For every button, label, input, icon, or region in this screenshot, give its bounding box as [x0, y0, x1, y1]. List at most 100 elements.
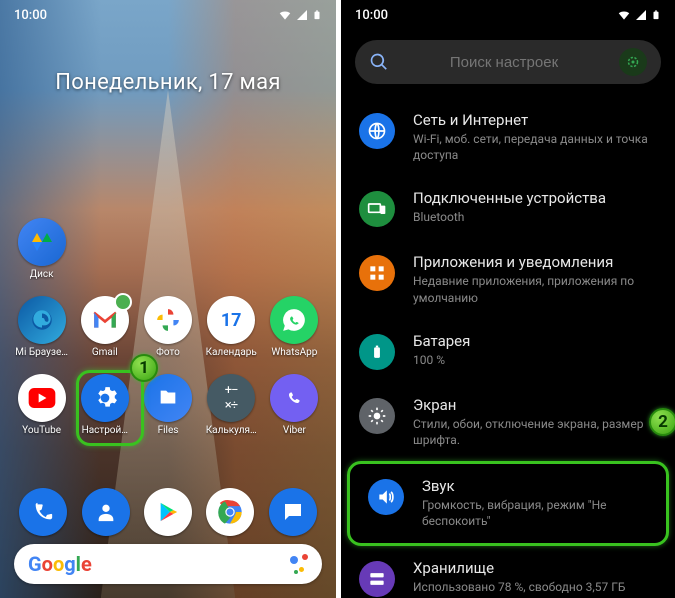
setting-display-title: Экран [413, 396, 657, 414]
status-time: 10:00 [14, 8, 47, 23]
setting-storage-title: Хранилище [413, 559, 657, 577]
storage-icon [359, 561, 395, 597]
setting-display-sub: Стили, обои, отключение экрана, размер ш… [413, 416, 657, 448]
setting-apps[interactable]: Приложения и уведомления Недавние приложе… [341, 240, 675, 318]
calculator-icon: +−×÷ [207, 374, 255, 422]
wifi-icon [617, 8, 631, 22]
app-photos[interactable]: Фото [138, 296, 197, 358]
signal-icon [296, 9, 308, 21]
app-viber[interactable]: Viber [265, 374, 324, 436]
app-gmail[interactable]: Gmail [75, 296, 134, 358]
phone-icon [19, 488, 67, 536]
phone-settings-screen: 10:00 Сеть и Интернет Wi-Fi, моб. сети, п… [341, 0, 675, 598]
app-files-label: Files [158, 425, 179, 436]
viber-icon [270, 374, 318, 422]
youtube-icon [18, 374, 66, 422]
setting-sound-sub: Громкость, вибрация, режим "Не беспокоит… [422, 497, 648, 529]
app-mi-browser-label: Mi Браузе… [15, 347, 68, 358]
whatsapp-icon [270, 296, 318, 344]
dock-contacts[interactable] [74, 488, 136, 536]
gmail-icon [81, 296, 129, 344]
sound-icon [368, 479, 404, 515]
app-grid-row1: Диск [12, 218, 324, 280]
status-time: 10:00 [355, 8, 388, 23]
profile-avatar[interactable] [619, 48, 647, 76]
setting-storage[interactable]: Хранилище Использовано 78 %, свободно 3,5… [341, 546, 675, 598]
app-whatsapp[interactable]: WhatsApp [265, 296, 324, 358]
browser-icon [18, 296, 66, 344]
app-calendar[interactable]: 17 Календарь [202, 296, 261, 358]
battery-icon [312, 8, 322, 22]
dock-phone[interactable] [12, 488, 74, 536]
dock-messages[interactable] [262, 488, 324, 536]
setting-display[interactable]: Экран Стили, обои, отключение экрана, раз… [341, 383, 675, 461]
marker-1: 1 [130, 354, 158, 382]
search-icon [369, 52, 389, 72]
settings-search[interactable] [355, 40, 661, 84]
setting-connected-title: Подключенные устройства [413, 189, 657, 207]
assistant-icon[interactable] [288, 554, 308, 574]
app-youtube[interactable]: YouTube [12, 374, 71, 436]
highlight-settings-app [76, 370, 144, 446]
date-widget[interactable]: Понедельник, 17 мая [55, 70, 281, 95]
calendar-icon: 17 [207, 296, 255, 344]
setting-apps-sub: Недавние приложения, приложения по умолч… [413, 273, 657, 305]
dock-chrome[interactable] [199, 488, 261, 536]
status-bar: 10:00 [0, 0, 336, 30]
drive-icon [18, 218, 66, 266]
google-search-bar[interactable]: Google [14, 544, 322, 584]
app-drive[interactable]: Диск [12, 218, 71, 280]
app-grid-row3: YouTube Настрой… Files +−×÷ Калькуля… Vi… [12, 374, 324, 436]
status-icons [617, 8, 661, 22]
setting-sound-title: Звук [422, 477, 648, 495]
google-logo: Google [28, 552, 92, 576]
contacts-icon [82, 488, 130, 536]
setting-battery-title: Батарея [413, 332, 657, 350]
app-files[interactable]: Files [138, 374, 197, 436]
setting-network-title: Сеть и Интернет [413, 111, 657, 129]
app-calculator-label: Калькуля… [206, 425, 257, 436]
setting-sound[interactable]: Звук Громкость, вибрация, режим "Не беспо… [347, 461, 669, 545]
app-drive-label: Диск [30, 269, 54, 280]
app-youtube-label: YouTube [22, 425, 61, 436]
notification-badge [114, 293, 132, 311]
display-icon [359, 398, 395, 434]
signal-icon [635, 9, 647, 21]
marker-2: 2 [649, 408, 675, 436]
app-mi-browser[interactable]: Mi Браузе… [12, 296, 71, 358]
play-store-icon [144, 488, 192, 536]
messages-icon [269, 488, 317, 536]
app-calendar-label: Календарь [206, 347, 257, 358]
setting-battery-sub: 100 % [413, 352, 657, 368]
wifi-icon [278, 8, 292, 22]
app-calculator[interactable]: +−×÷ Калькуля… [202, 374, 261, 436]
app-gmail-label: Gmail [92, 347, 118, 358]
battery-setting-icon [359, 334, 395, 370]
setting-apps-title: Приложения и уведомления [413, 253, 657, 271]
dock [12, 488, 324, 536]
battery-icon [651, 8, 661, 22]
status-bar: 10:00 [341, 0, 675, 30]
calendar-day: 17 [221, 310, 242, 331]
phone-home-screen: 10:00 Понедельник, 17 мая Диск Mi Браузе… [0, 0, 336, 598]
app-grid-row2: Mi Браузе… Gmail Фото 17 Календарь Whats… [12, 296, 324, 358]
photos-icon [144, 296, 192, 344]
files-icon [144, 374, 192, 422]
status-icons [278, 8, 322, 22]
chrome-icon [206, 488, 254, 536]
app-whatsapp-label: WhatsApp [271, 347, 317, 358]
globe-icon [359, 113, 395, 149]
settings-list: Сеть и Интернет Wi-Fi, моб. сети, передач… [341, 98, 675, 598]
app-viber-label: Viber [283, 425, 306, 436]
setting-network[interactable]: Сеть и Интернет Wi-Fi, моб. сети, передач… [341, 98, 675, 176]
setting-battery[interactable]: Батарея 100 % [341, 319, 675, 383]
app-photos-label: Фото [156, 347, 180, 358]
setting-connected-sub: Bluetooth [413, 209, 657, 225]
settings-search-input[interactable] [403, 54, 605, 71]
apps-icon [359, 255, 395, 291]
dock-play[interactable] [137, 488, 199, 536]
devices-icon [359, 191, 395, 227]
setting-network-sub: Wi-Fi, моб. сети, передача данных и точк… [413, 131, 657, 163]
setting-storage-sub: Использовано 78 %, свободно 3,57 ГБ [413, 579, 657, 595]
setting-connected-devices[interactable]: Подключенные устройства Bluetooth [341, 176, 675, 240]
